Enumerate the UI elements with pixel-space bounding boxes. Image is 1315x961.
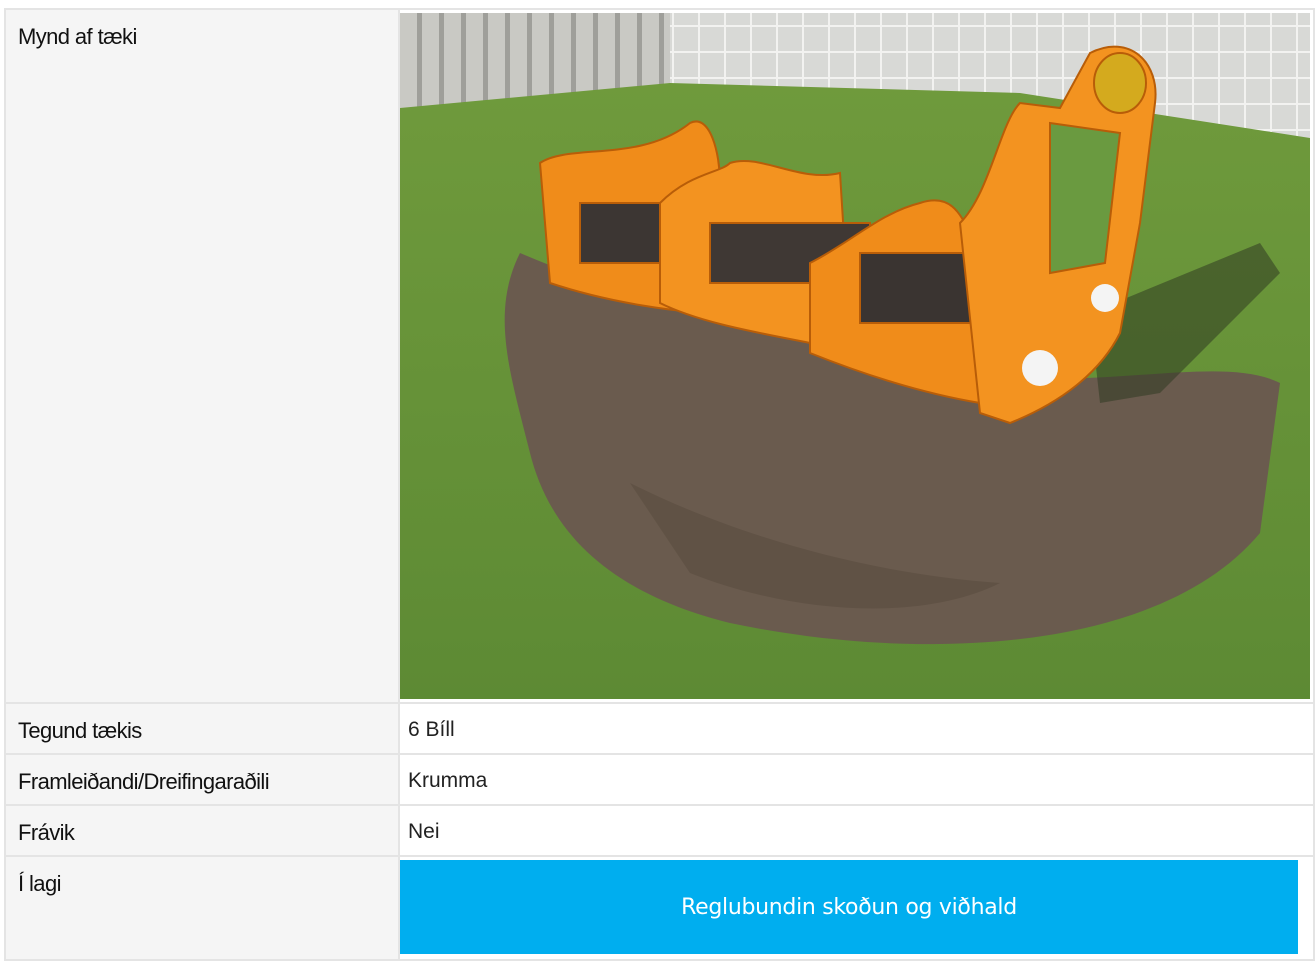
equipment-details-table: Mynd af tæki Tegund tækis 6 Bíll Framlei… <box>4 8 1315 961</box>
row-value-ok: Reglubundin skoðun og viðhald <box>398 855 1315 961</box>
row-label-deviation: Frávik <box>4 804 400 857</box>
row-value-deviation: Nei <box>398 804 1315 857</box>
row-value-type: 6 Bíll <box>398 702 1315 755</box>
table-row: Mynd af tæki <box>4 8 1315 704</box>
row-label-photo: Mynd af tæki <box>4 8 400 704</box>
table-row: Í lagi Reglubundin skoðun og viðhald <box>4 855 1315 961</box>
table-row: Tegund tækis 6 Bíll <box>4 702 1315 755</box>
table-row: Frávik Nei <box>4 804 1315 857</box>
row-label-manufacturer: Framleiðandi/Dreifingaraðili <box>4 753 400 806</box>
table-row: Framleiðandi/Dreifingaraðili Krumma <box>4 753 1315 806</box>
row-value-manufacturer: Krumma <box>398 753 1315 806</box>
equipment-photo <box>400 13 1310 699</box>
row-label-type: Tegund tækis <box>4 702 400 755</box>
row-label-ok: Í lagi <box>4 855 400 961</box>
equipment-photo-cell <box>398 8 1315 704</box>
inspection-maintenance-button[interactable]: Reglubundin skoðun og viðhald <box>400 860 1298 954</box>
